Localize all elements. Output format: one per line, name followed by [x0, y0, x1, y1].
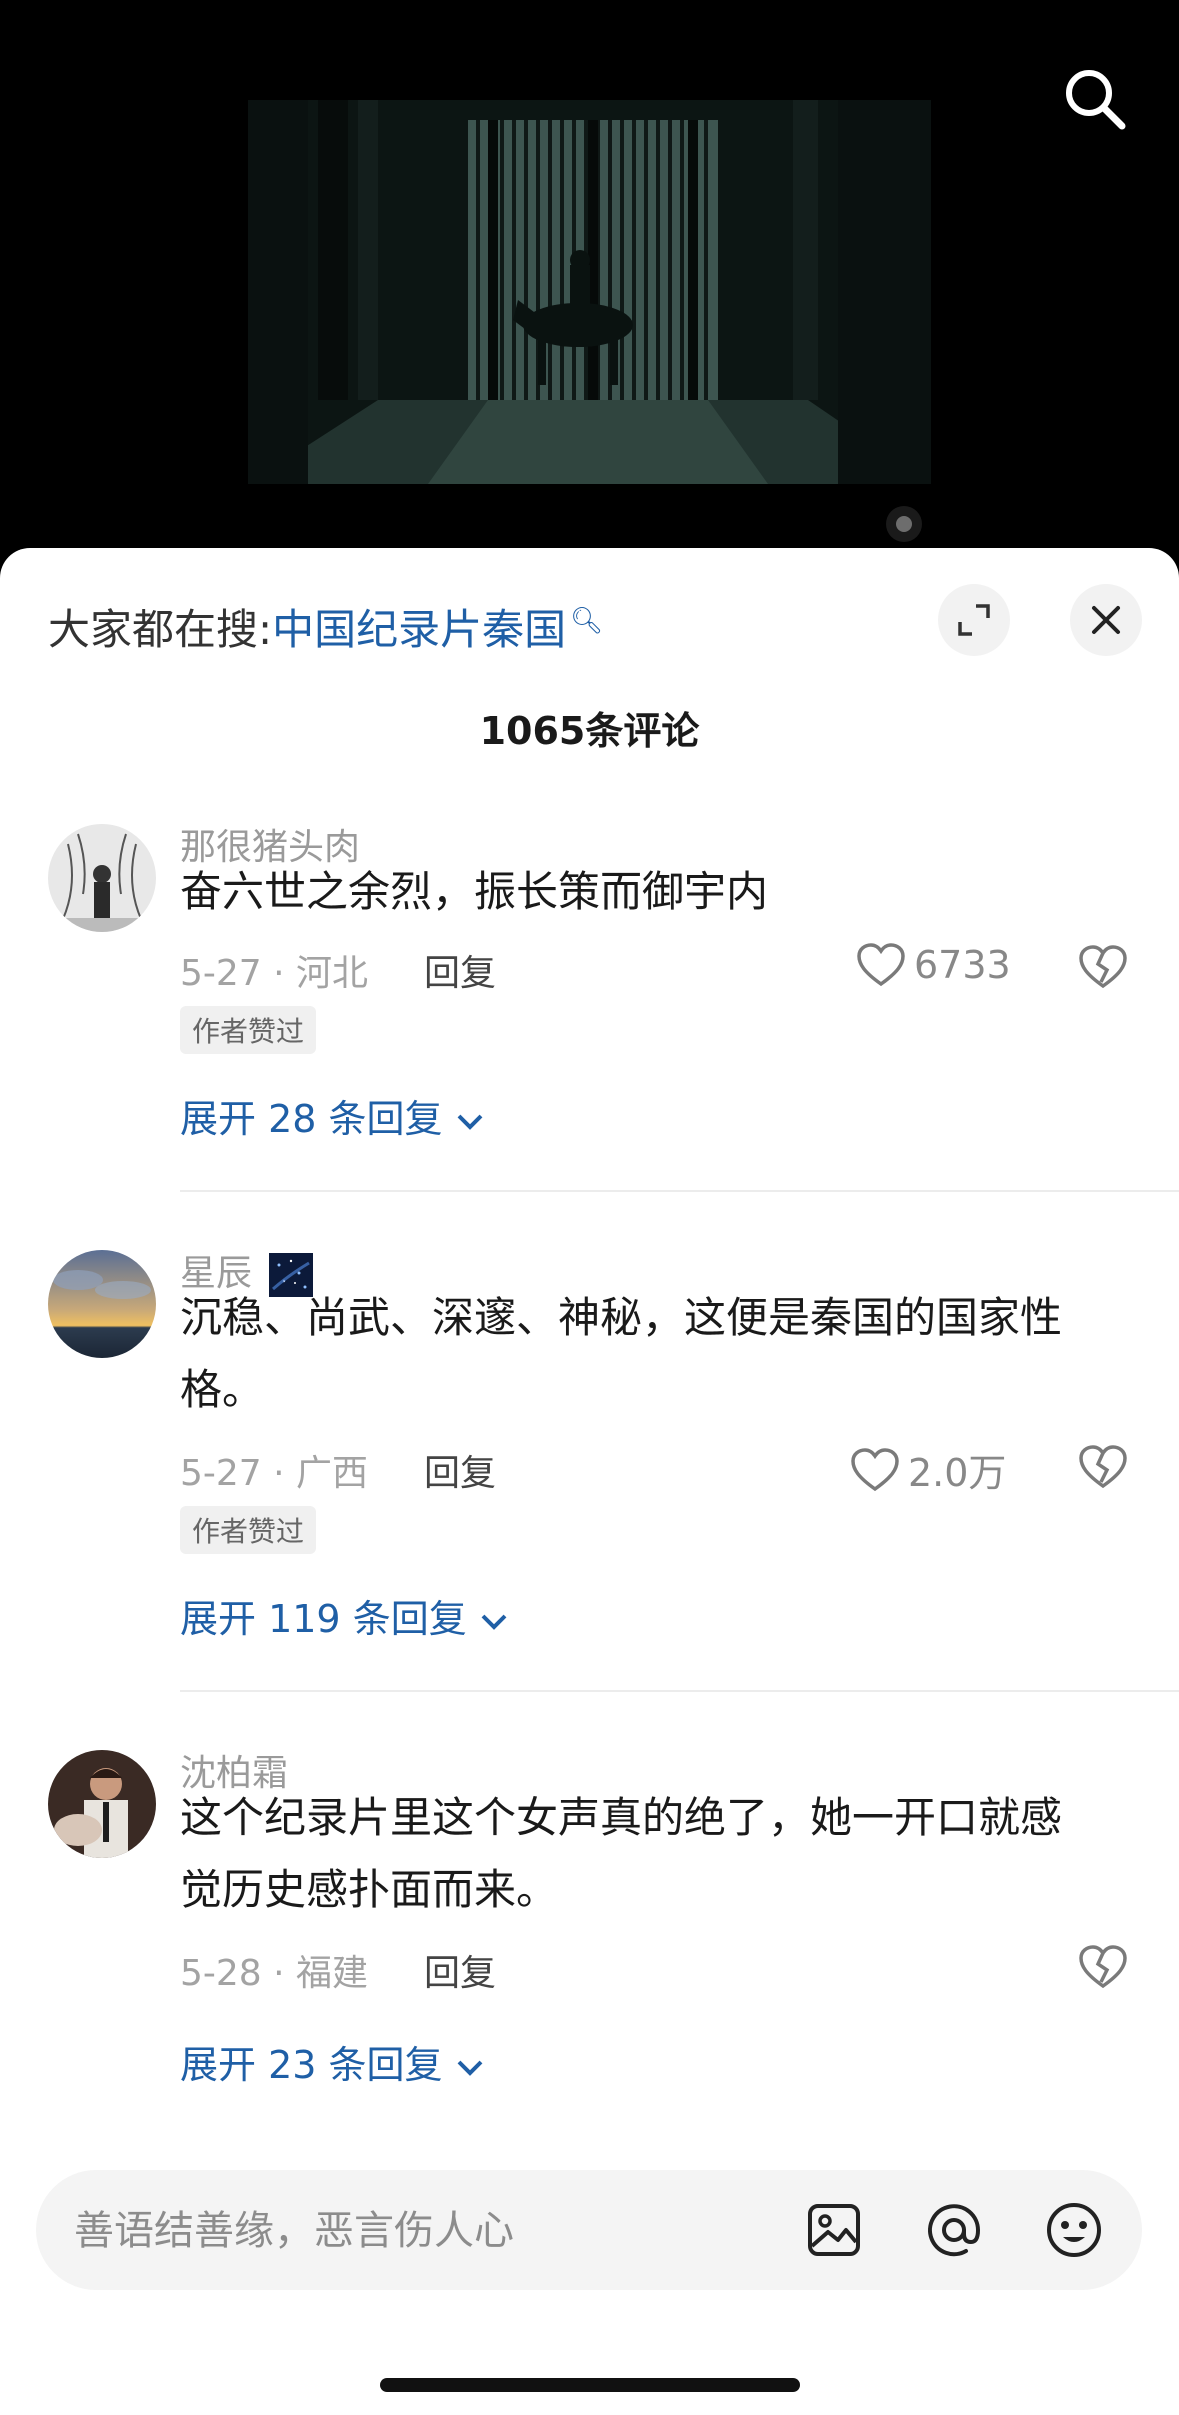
- reply-button[interactable]: 回复: [424, 1444, 496, 1496]
- emoji-icon[interactable]: [1044, 2200, 1104, 2260]
- comment-text: 沉稳、尚武、深邃、神秘，这便是秦国的国家性格。: [180, 1293, 1063, 1414]
- chevron-down-icon: [457, 2060, 483, 2076]
- chevron-down-icon: [457, 1114, 483, 1130]
- expand-replies-label: 展开 23 条回复: [180, 2043, 443, 2087]
- avatar[interactable]: [48, 1750, 156, 1858]
- expand-replies-label: 展开 119 条回复: [180, 1597, 467, 1641]
- expand-replies-button[interactable]: 展开 119 条回复: [180, 1588, 509, 1643]
- progress-handle[interactable]: [886, 506, 922, 542]
- expand-replies-button[interactable]: 展开 23 条回复: [180, 2034, 485, 2089]
- avatar[interactable]: [48, 824, 156, 932]
- broken-heart-icon: [1079, 1945, 1127, 1989]
- expand-sheet-button[interactable]: [938, 584, 1010, 656]
- date-location: 5-27 · 河北: [180, 953, 369, 994]
- chevron-down-icon: [481, 1614, 507, 1630]
- comment-input[interactable]: [72, 2198, 776, 2264]
- divider: [180, 1690, 1179, 1692]
- comment-sheet: 大家都在搜:中国纪录片秦国 🔍︎ 1065条评论 那很猪头肉 奋六世之余烈，振长…: [0, 548, 1179, 2415]
- dislike-button[interactable]: [1078, 944, 1128, 994]
- home-indicator[interactable]: [380, 2378, 800, 2392]
- heart-icon: [857, 943, 905, 987]
- author-liked-badge: 作者赞过: [180, 1506, 317, 1554]
- hot-search-bar[interactable]: 大家都在搜:中国纪录片秦国 🔍︎: [48, 596, 603, 657]
- divider: [180, 1190, 1179, 1192]
- broken-heart-icon: [1079, 1445, 1127, 1489]
- dislike-button[interactable]: [1078, 1444, 1128, 1494]
- close-icon: [1092, 606, 1120, 634]
- expand-icon: [958, 604, 990, 636]
- reply-button[interactable]: 回复: [424, 1944, 496, 1996]
- author-liked-badge: 作者赞过: [180, 1006, 317, 1054]
- avatar[interactable]: [48, 1250, 156, 1358]
- image-icon[interactable]: [804, 2200, 864, 2260]
- mention-icon[interactable]: [924, 2200, 984, 2260]
- date-location: 5-28 · 福建: [180, 1953, 369, 1994]
- video-player[interactable]: [0, 0, 1179, 560]
- like-count: 2.0万: [908, 1451, 1007, 1495]
- date-location: 5-27 · 广西: [180, 1453, 369, 1494]
- hot-search-prefix: 大家都在搜:: [48, 605, 273, 654]
- magnifier-icon: 🔍︎: [570, 606, 604, 636]
- comment-count: 1065条评论: [479, 709, 700, 753]
- like-button[interactable]: 2.0万: [850, 1442, 1006, 1497]
- expand-replies-button[interactable]: 展开 28 条回复: [180, 1088, 485, 1143]
- close-button[interactable]: [1070, 584, 1142, 656]
- reply-button[interactable]: 回复: [424, 944, 496, 996]
- like-count: 6733: [914, 943, 1011, 987]
- dislike-button[interactable]: [1078, 1944, 1128, 1994]
- hot-search-keyword[interactable]: 中国纪录片秦国: [272, 605, 566, 654]
- comment-input-bar: [36, 2170, 1142, 2290]
- comment-text: 这个纪录片里这个女声真的绝了，她一开口就感觉历史感扑面而来。: [180, 1793, 1063, 1914]
- broken-heart-icon: [1079, 945, 1127, 989]
- expand-replies-label: 展开 28 条回复: [180, 1097, 443, 1141]
- like-button[interactable]: 6733: [856, 942, 1011, 988]
- video-frame[interactable]: [248, 100, 931, 484]
- comment-text: 奋六世之余烈，振长策而御宇内: [180, 867, 769, 916]
- heart-icon: [851, 1447, 899, 1491]
- search-icon[interactable]: [1060, 64, 1130, 134]
